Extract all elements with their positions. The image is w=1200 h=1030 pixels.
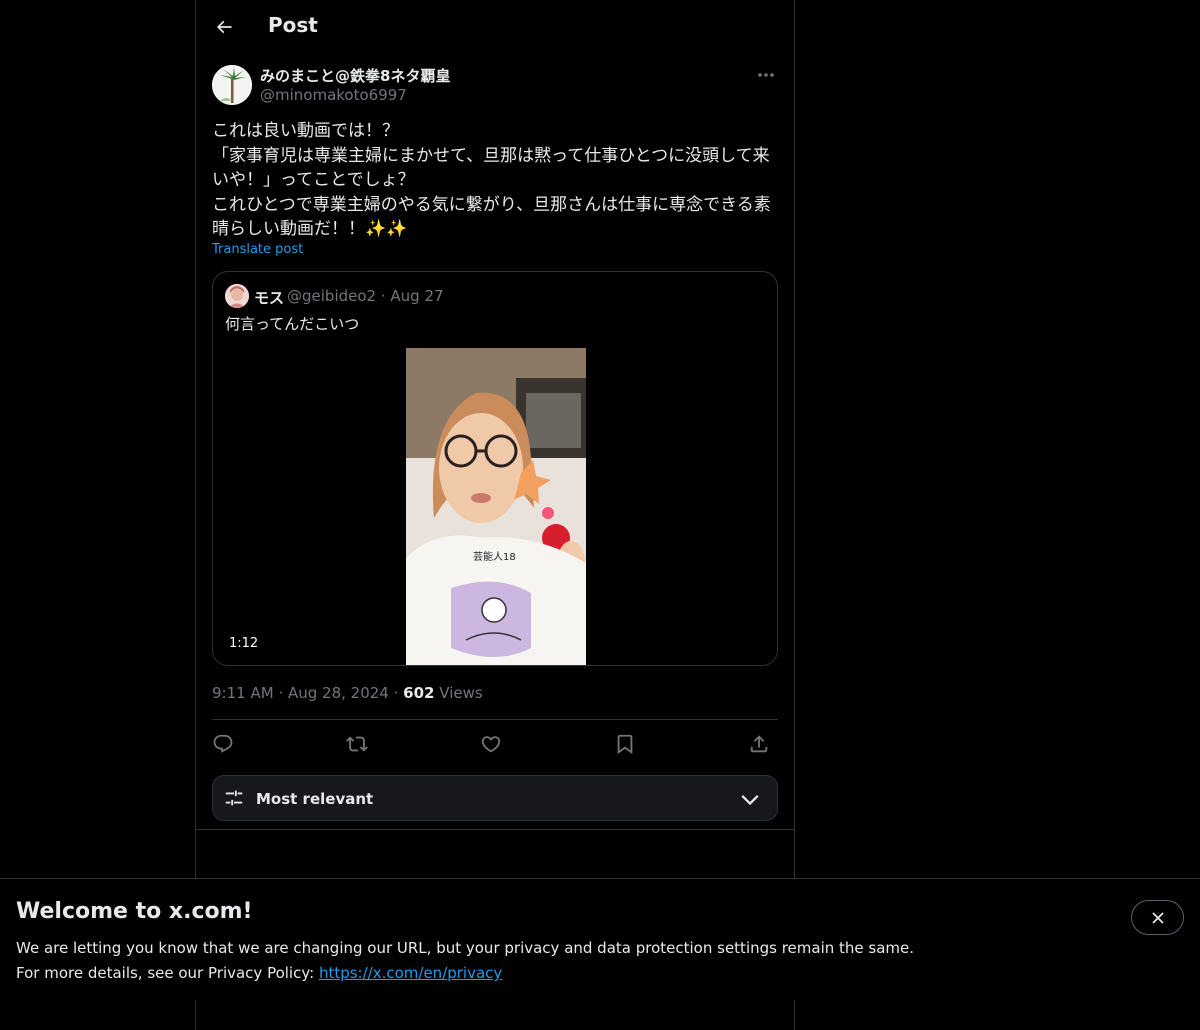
video-thumbnail: 芸能人18 — [406, 348, 586, 665]
views-label: Views — [439, 684, 483, 702]
sort-label: Most relevant — [256, 790, 374, 808]
privacy-policy-link[interactable]: https://x.com/en/privacy — [319, 964, 502, 982]
action-bar — [212, 727, 778, 761]
primary-column: Post みのまこと@鉄拳8ネタ覇皇 @minomakoto6997 これは良い… — [195, 0, 795, 1030]
like-button[interactable] — [474, 727, 508, 761]
more-options-button[interactable] — [754, 64, 778, 86]
close-icon — [1150, 910, 1166, 926]
post-date[interactable]: Aug 28, 2024 — [288, 684, 389, 702]
welcome-banner: Welcome to x.com! We are letting you kno… — [0, 878, 1200, 1000]
bookmark-button[interactable] — [608, 727, 642, 761]
banner-line-1: We are letting you know that we are chan… — [16, 939, 915, 957]
banner-title: Welcome to x.com! — [16, 899, 253, 924]
repost-button[interactable] — [340, 727, 374, 761]
page-title: Post — [268, 13, 318, 37]
banner-body: We are letting you know that we are chan… — [16, 936, 914, 986]
author-display-name[interactable]: みのまこと@鉄拳8ネタ覇皇 — [260, 65, 450, 86]
bookmark-icon — [614, 733, 636, 755]
post-time[interactable]: 9:11 AM — [212, 684, 274, 702]
page-header: Post — [196, 0, 794, 54]
close-banner-button[interactable] — [1131, 900, 1184, 935]
quoted-post[interactable]: モス @geibideo2 · Aug 27 何言ってんだこいつ 芸能人18 1… — [212, 271, 778, 666]
quoted-meta: @geibideo2 · Aug 27 — [287, 287, 444, 305]
share-button[interactable] — [742, 727, 776, 761]
quoted-avatar — [225, 284, 249, 308]
post-author: みのまこと@鉄拳8ネタ覇皇 @minomakoto6997 — [212, 64, 778, 108]
back-button[interactable] — [204, 7, 244, 47]
arrow-left-icon — [214, 17, 234, 37]
heart-icon — [480, 733, 502, 755]
separator-dot: · — [393, 684, 404, 702]
quoted-text: 何言ってんだこいつ — [225, 315, 360, 333]
section-divider — [196, 829, 794, 830]
quoted-video[interactable]: 芸能人18 1:12 — [213, 348, 777, 665]
quoted-display-name: モス — [254, 289, 285, 307]
more-icon — [757, 72, 775, 78]
chevron-down-icon — [739, 788, 761, 810]
banner-line-2-prefix: For more details, see our Privacy Policy… — [16, 964, 319, 982]
repost-icon — [346, 733, 368, 755]
video-duration-badge: 1:12 — [225, 635, 263, 652]
reply-sort-dropdown[interactable]: Most relevant — [212, 775, 778, 821]
reply-button[interactable] — [206, 727, 240, 761]
post-timestamp: 9:11 AM · Aug 28, 2024 · 602 Views — [212, 684, 483, 702]
banner-line-2: For more details, see our Privacy Policy… — [16, 961, 914, 986]
divider — [212, 719, 778, 720]
author-handle[interactable]: @minomakoto6997 — [260, 86, 407, 104]
avatar[interactable] — [212, 65, 252, 105]
separator-dot: · — [278, 684, 288, 702]
translate-post-link[interactable]: Translate post — [212, 242, 303, 257]
share-icon — [748, 733, 770, 755]
sliders-icon — [223, 787, 245, 809]
post-text: これは良い動画では！？ 「家事育児は専業主婦にまかせて、旦那は黙って仕事ひとつに… — [212, 121, 771, 239]
reply-icon — [212, 733, 234, 755]
views-count: 602 — [403, 684, 435, 702]
svg-text:芸能人18: 芸能人18 — [473, 550, 516, 563]
